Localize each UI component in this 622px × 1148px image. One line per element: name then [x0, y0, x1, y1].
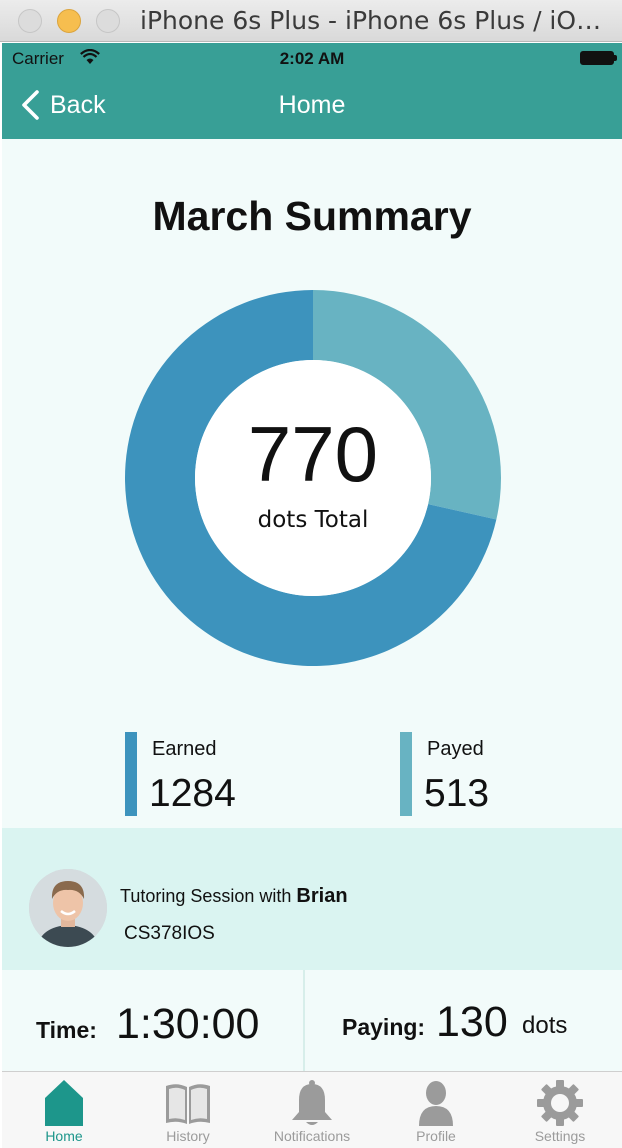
time-value: 1:30:00	[116, 1000, 260, 1048]
tab-bar: Home History Notifications Profile Setti…	[2, 1071, 622, 1148]
page-title: Home	[278, 91, 346, 119]
legend-payed-swatch	[400, 732, 412, 816]
total-dots-value: 770	[247, 410, 379, 498]
avatar	[29, 869, 107, 947]
tab-notifications[interactable]: Notifications	[250, 1072, 374, 1148]
paying-value: 130	[436, 998, 508, 1046]
tab-home-label: Home	[45, 1128, 83, 1144]
home-content: March Summary 770 dots Total Earned 1284…	[2, 139, 622, 1071]
tab-settings[interactable]: Settings	[498, 1072, 622, 1148]
tab-home[interactable]: Home	[2, 1072, 126, 1148]
window-close-button[interactable]	[18, 9, 42, 33]
avatar-portrait	[29, 869, 107, 947]
legend-earned-value: 1284	[149, 772, 236, 815]
person-icon	[419, 1081, 453, 1126]
bell-icon	[292, 1080, 332, 1125]
tab-history-label: History	[166, 1128, 210, 1144]
session-prefix: Tutoring Session with	[120, 886, 297, 906]
time-label: Time:	[36, 1017, 97, 1043]
status-time: 2:02 AM	[279, 49, 345, 68]
window-minimize-button[interactable]	[57, 9, 81, 33]
status-bar: Carrier 2:02 AM	[2, 43, 622, 73]
book-icon	[166, 1084, 210, 1124]
home-icon	[45, 1080, 83, 1126]
tab-notifications-label: Notifications	[273, 1128, 351, 1144]
session-stats: Time: 1:30:00 Paying: 130 dots	[2, 970, 622, 1071]
window-titlebar: iPhone 6s Plus - iPhone 6s Plus / iOS 9.…	[0, 0, 622, 42]
legend-payed-value: 513	[424, 772, 490, 815]
legend-payed-label: Payed	[427, 738, 484, 760]
legend-earned-label: Earned	[152, 738, 217, 760]
paying-unit: dots	[522, 1012, 568, 1039]
session-course: CS378IOS	[124, 923, 215, 944]
stats-divider	[303, 970, 305, 1071]
legend-payed: Payed 513	[400, 732, 580, 816]
gear-icon	[537, 1080, 583, 1126]
total-dots-label: dots Total	[257, 507, 369, 533]
window-title: iPhone 6s Plus - iPhone 6s Plus / iOS 9.…	[140, 6, 610, 35]
tab-profile[interactable]: Profile	[374, 1072, 498, 1148]
tab-profile-label: Profile	[416, 1128, 456, 1144]
session-title: Tutoring Session with Brian	[120, 885, 348, 908]
battery-icon	[580, 51, 617, 65]
summary-title: March Summary	[152, 193, 472, 239]
window-zoom-button[interactable]	[96, 9, 120, 33]
legend-earned: Earned 1284	[125, 732, 305, 816]
paying-label: Paying:	[342, 1014, 426, 1040]
session-tutor-name: Brian	[296, 885, 348, 907]
tutoring-session-card[interactable]: Tutoring Session with Brian CS378IOS	[2, 828, 622, 970]
tab-settings-label: Settings	[534, 1128, 586, 1144]
legend-earned-swatch	[125, 732, 137, 816]
tab-history[interactable]: History	[126, 1072, 250, 1148]
navigation-bar: Carrier 2:02 AM Back Home	[2, 43, 622, 139]
